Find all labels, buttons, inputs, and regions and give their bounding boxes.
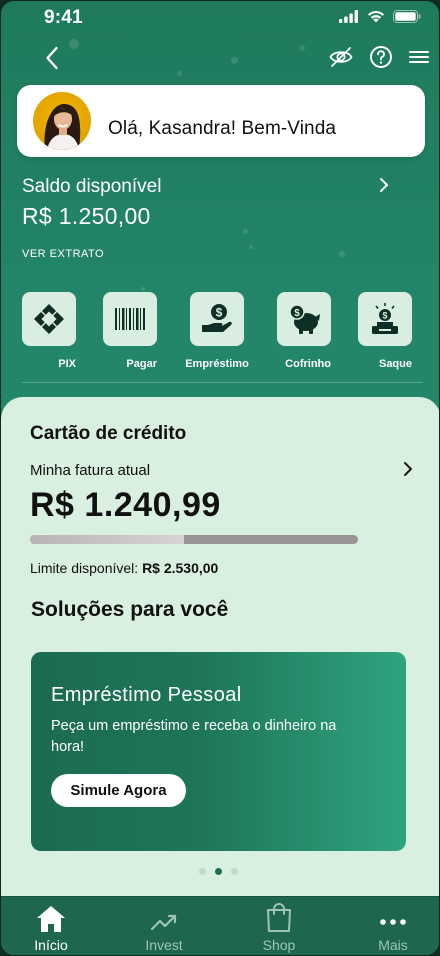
action-emprestimo[interactable]: $ Empréstimo xyxy=(185,292,249,372)
invoice-value: R$ 1.240,99 xyxy=(30,486,221,524)
system-indicators xyxy=(339,10,421,28)
pix-icon xyxy=(34,304,64,334)
divider xyxy=(22,382,423,383)
limit-value: R$ 2.530,00 xyxy=(142,560,219,576)
balance-value: R$ 1.250,00 xyxy=(22,203,151,229)
pager-dot[interactable] xyxy=(215,868,222,875)
limit-progress-bar xyxy=(30,535,358,544)
tab-invest[interactable]: Invest xyxy=(119,897,209,955)
promo-description: Peça um empréstimo e receba o dinheiro n… xyxy=(51,718,337,755)
greeting-card: Olá, Kasandra! Bem-Vinda xyxy=(17,85,425,157)
status-time: 9:41 xyxy=(44,7,83,28)
svg-text:$: $ xyxy=(382,311,387,321)
balance-details-button[interactable] xyxy=(379,177,389,198)
tab-label: Início xyxy=(34,937,68,953)
action-label: PIX xyxy=(58,358,76,370)
action-tile: $ xyxy=(277,292,331,346)
invoice-label: Minha fatura atual xyxy=(30,462,151,479)
tab-icon-wrap xyxy=(348,897,438,933)
cash-withdraw-icon: $ xyxy=(372,303,398,334)
pager-dot[interactable] xyxy=(231,868,238,875)
tab-icon-wrap xyxy=(119,897,209,933)
chevron-right-icon xyxy=(380,178,388,192)
content-sheet: Cartão de crédito Minha fatura atual R$ … xyxy=(1,397,439,897)
app-screen: 9:41 Olá, Kasandra! Bem-Vinda Saldo disp… xyxy=(0,0,440,956)
limit-progress-fill xyxy=(30,535,185,544)
action-label: Empréstimo xyxy=(185,358,249,370)
invoice-details-button[interactable] xyxy=(403,461,413,482)
signal-icon xyxy=(339,10,359,28)
tab-inicio[interactable]: Início xyxy=(6,897,96,955)
action-cofrinho[interactable]: $ Cofrinho xyxy=(277,292,331,372)
tab-icon-wrap xyxy=(6,897,96,933)
hide-balance-button[interactable] xyxy=(329,46,353,68)
avatar[interactable] xyxy=(33,92,91,150)
trending-up-icon xyxy=(150,914,177,931)
status-bar: 9:41 xyxy=(1,1,439,35)
balance-label: Saldo disponível xyxy=(22,176,162,197)
promo-title: Empréstimo Pessoal xyxy=(51,684,242,706)
bottom-navigation: Início Invest Shop Mais xyxy=(1,896,439,955)
simulate-button[interactable]: Simule Agora xyxy=(51,774,186,807)
action-tile: $ xyxy=(190,292,244,346)
home-icon xyxy=(37,906,65,932)
action-label: Saque xyxy=(378,358,412,370)
limit-label: Limite disponível: xyxy=(30,560,143,576)
limit-text: Limite disponível: R$ 2.530,00 xyxy=(30,560,218,576)
svg-text:$: $ xyxy=(294,308,300,319)
piggy-bank-icon: $ xyxy=(289,304,320,334)
decorative-dot xyxy=(141,287,145,291)
tab-label: Shop xyxy=(262,937,296,953)
tab-mais[interactable]: Mais xyxy=(348,897,438,955)
action-label: Pagar xyxy=(126,358,157,370)
eye-off-icon xyxy=(329,47,353,67)
more-dots-icon xyxy=(380,919,406,925)
greeting-text: Olá, Kasandra! Bem-Vinda xyxy=(108,118,337,139)
battery-icon xyxy=(393,10,421,28)
wifi-icon xyxy=(367,10,385,28)
help-circle-icon xyxy=(370,46,392,68)
action-saque[interactable]: $ Saque xyxy=(358,292,412,372)
solutions-title: Soluções para você xyxy=(31,598,229,621)
action-tile xyxy=(103,292,157,346)
decorative-dot xyxy=(339,251,345,257)
action-tile xyxy=(22,292,76,346)
carousel-pager xyxy=(199,868,238,875)
hamburger-menu-icon xyxy=(409,51,429,63)
tab-shop[interactable]: Shop xyxy=(234,897,324,955)
quick-actions: PIX Pagar $ Empréstimo $ Cofrinho $ Saqu… xyxy=(1,292,439,382)
barcode-icon xyxy=(115,308,145,330)
back-button[interactable] xyxy=(37,43,67,73)
chevron-right-icon xyxy=(404,462,412,476)
shopping-bag-icon xyxy=(267,903,291,932)
action-pagar[interactable]: Pagar xyxy=(103,292,157,372)
credit-card-title: Cartão de crédito xyxy=(30,423,187,444)
action-tile: $ xyxy=(358,292,412,346)
tab-label: Invest xyxy=(145,937,183,953)
top-actions xyxy=(329,45,429,69)
svg-text:$: $ xyxy=(216,306,223,320)
chevron-left-icon xyxy=(46,46,58,70)
money-hand-icon: $ xyxy=(202,304,232,332)
menu-button[interactable] xyxy=(409,49,429,65)
top-navigation xyxy=(1,41,439,75)
action-label: Cofrinho xyxy=(285,358,331,370)
action-pix[interactable]: PIX xyxy=(22,292,76,372)
pager-dot[interactable] xyxy=(199,868,206,875)
statement-link[interactable]: VER EXTRATO xyxy=(22,248,104,260)
promo-card[interactable]: Empréstimo Pessoal Peça um empréstimo e … xyxy=(31,652,406,851)
help-button[interactable] xyxy=(369,45,393,69)
decorative-dot xyxy=(243,229,248,234)
tab-label: Mais xyxy=(378,937,408,953)
decorative-dot xyxy=(249,245,253,249)
tab-icon-wrap xyxy=(234,897,324,933)
